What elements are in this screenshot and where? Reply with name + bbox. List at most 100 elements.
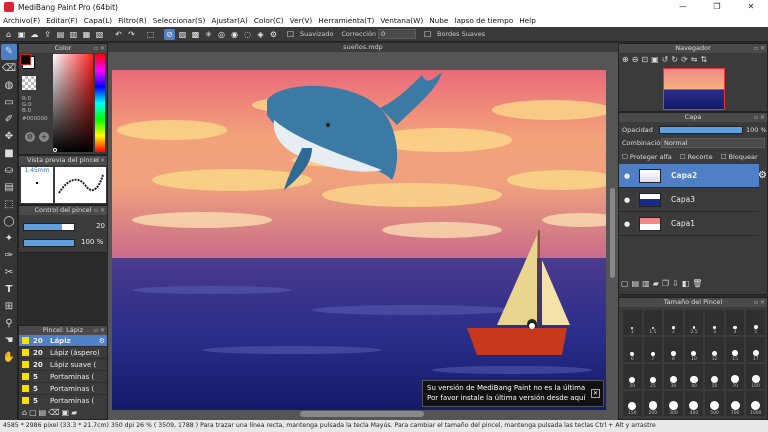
rotate-right-icon[interactable]: ↻ bbox=[671, 55, 678, 64]
select-rect-icon[interactable]: ▭ bbox=[1, 95, 17, 111]
menu-help[interactable]: Help bbox=[516, 16, 539, 25]
layer-mask-icon[interactable]: ◧ bbox=[682, 279, 690, 288]
brush-size-cell[interactable]: 10 bbox=[684, 337, 704, 362]
brush-size-value[interactable]: 20 bbox=[79, 222, 105, 232]
brush-size-cell[interactable]: 100 bbox=[746, 364, 765, 389]
brush-size-cell[interactable]: 500 bbox=[705, 391, 724, 416]
dot-eraser-icon[interactable]: ◍ bbox=[1, 78, 17, 94]
brush-size-cell[interactable]: 1.5 bbox=[643, 310, 663, 335]
brush-item[interactable]: 20 Lápiz ⚙ bbox=[19, 335, 107, 347]
folder-icon[interactable]: ▰ bbox=[71, 408, 77, 417]
panel-close-icon[interactable]: ▫ ✕ bbox=[94, 156, 105, 165]
panel-close-icon[interactable]: ▫ ✕ bbox=[754, 298, 765, 307]
transparent-color-swatch[interactable] bbox=[22, 76, 36, 90]
notice-close-button[interactable]: ✕ bbox=[591, 389, 600, 398]
menu-editar[interactable]: Editar(F) bbox=[43, 16, 81, 25]
brush-size-cell[interactable]: 7 bbox=[643, 337, 663, 362]
zoom-tool-icon[interactable]: ✋ bbox=[1, 350, 17, 366]
panel-tool-icon[interactable]: ⊞ bbox=[1, 299, 17, 315]
brush-size-cell[interactable]: 50 bbox=[705, 364, 724, 389]
layer-settings-gear-icon[interactable]: ⚙ bbox=[758, 170, 767, 181]
brush-size-cell[interactable]: 3 bbox=[705, 310, 724, 335]
brush-size-cell[interactable]: 12 bbox=[705, 337, 724, 362]
menu-capa[interactable]: Capa(L) bbox=[81, 16, 115, 25]
eraser-tool-icon[interactable]: ⌫ bbox=[1, 61, 17, 77]
duplicate-layer-icon[interactable]: ❐ bbox=[662, 279, 669, 288]
menu-nube[interactable]: Nube bbox=[426, 16, 451, 25]
lasso-tool-icon[interactable]: ◯ bbox=[1, 214, 17, 230]
pan-hand-icon[interactable]: ☚ bbox=[1, 333, 17, 349]
magic-wand-icon[interactable]: ✦ bbox=[1, 231, 17, 247]
flip-icon[interactable]: ⇋ bbox=[691, 55, 698, 64]
select-eraser-icon[interactable]: ✂ bbox=[1, 265, 17, 281]
brush-size-cell[interactable]: 25 bbox=[643, 364, 663, 389]
gear-icon[interactable]: ⚙ bbox=[99, 337, 105, 345]
brush-size-cell[interactable]: 4 bbox=[725, 310, 745, 335]
snap-settings-icon[interactable]: ⚙ bbox=[268, 29, 279, 40]
text-tool-icon[interactable]: T bbox=[1, 282, 17, 298]
deselect-icon[interactable]: ⬚ bbox=[145, 29, 156, 40]
gradient-tool-icon[interactable]: ▤ bbox=[1, 180, 17, 196]
visibility-icon[interactable]: ● bbox=[623, 220, 631, 228]
merge-down-icon[interactable]: ⇩ bbox=[672, 279, 679, 288]
brush-opacity-value[interactable]: 100 bbox=[81, 238, 94, 246]
snap-radial-icon[interactable]: ◎ bbox=[216, 29, 227, 40]
snap-circle-icon[interactable]: ◉ bbox=[229, 29, 240, 40]
visibility-icon[interactable]: ● bbox=[623, 196, 631, 204]
blend-mode-select[interactable]: Normal bbox=[661, 138, 765, 148]
lock-checkbox[interactable]: ☐ Bloquear bbox=[721, 153, 758, 161]
fill-rect-icon[interactable]: ■ bbox=[1, 146, 17, 162]
brush-size-cell[interactable]: 15 bbox=[725, 337, 745, 362]
update-notice[interactable]: Su versión de MediBang Paint no es la úl… bbox=[422, 380, 604, 407]
delete-brush-icon[interactable]: ⌫ bbox=[48, 408, 59, 417]
snap-vanish-icon[interactable]: ✳ bbox=[203, 29, 214, 40]
clip-checkbox[interactable]: ☐ Recorte bbox=[680, 153, 713, 161]
brush-opacity-slider[interactable] bbox=[23, 239, 75, 247]
color-picker-cursor[interactable] bbox=[53, 148, 57, 152]
brush-size-cell[interactable]: 40 bbox=[684, 364, 704, 389]
snap-parallel-icon[interactable]: ▨ bbox=[177, 29, 188, 40]
brush-tool-icon[interactable]: ✐ bbox=[1, 112, 17, 128]
snap-curve-icon[interactable]: ◌ bbox=[242, 29, 253, 40]
actual-size-icon[interactable]: ▣ bbox=[651, 55, 659, 64]
snap-off-icon[interactable]: ⊘ bbox=[164, 28, 175, 40]
flip-vertical-icon[interactable]: ⇅ bbox=[700, 55, 707, 64]
layer-opacity-slider[interactable] bbox=[659, 126, 743, 134]
brush-item[interactable]: 20 Lápiz suave ( bbox=[19, 359, 107, 371]
brush-size-cell[interactable]: 150 bbox=[623, 391, 642, 416]
reset-rotation-icon[interactable]: ⟳ bbox=[681, 55, 688, 64]
pen-tool-icon[interactable]: ✎ bbox=[1, 44, 17, 60]
select-pen-icon[interactable]: ✑ bbox=[1, 248, 17, 264]
menu-timelapse[interactable]: lapso de tiempo bbox=[451, 16, 516, 25]
zoom-out-icon[interactable]: ⊖ bbox=[632, 55, 639, 64]
layer-row[interactable]: ● Capa3 bbox=[619, 188, 759, 212]
new-halftone-layer-icon[interactable]: ▤ bbox=[632, 279, 640, 288]
brush-size-cell[interactable]: 2.5 bbox=[684, 310, 704, 335]
new-8bit-layer-icon[interactable]: ▥ bbox=[642, 279, 650, 288]
layer-row[interactable]: ● Capa2 ⚙ bbox=[619, 164, 767, 188]
panel-close-icon[interactable]: ▫ ✕ bbox=[754, 113, 765, 122]
new-folder-icon[interactable]: ▰ bbox=[653, 279, 659, 288]
brush-size-slider[interactable] bbox=[23, 223, 75, 231]
zoom-in-icon[interactable]: ⊕ bbox=[622, 55, 629, 64]
soft-edges-checkbox-icon[interactable]: ☐ bbox=[422, 29, 433, 40]
rotate-left-icon[interactable]: ↺ bbox=[662, 55, 669, 64]
brush-size-cell[interactable]: 300 bbox=[664, 391, 683, 416]
minimize-button[interactable]: — bbox=[666, 0, 700, 14]
menu-color[interactable]: Color(C) bbox=[251, 16, 287, 25]
grid-icon[interactable]: ▦ bbox=[81, 29, 92, 40]
snap-cross-icon[interactable]: ▩ bbox=[190, 29, 201, 40]
menu-seleccionar[interactable]: Seleccionar(S) bbox=[150, 16, 209, 25]
brush-size-cell[interactable]: 1 bbox=[623, 310, 642, 335]
copy-brush-icon[interactable]: ▤ bbox=[39, 408, 47, 417]
share-icon[interactable]: ▤ bbox=[55, 29, 66, 40]
home-icon[interactable]: ⌂ bbox=[3, 29, 14, 40]
smoothing-checkbox-icon[interactable]: ☐ bbox=[285, 29, 296, 40]
eyedropper-tool-icon[interactable]: ⚲ bbox=[1, 316, 17, 332]
brush-size-cell[interactable]: 8 bbox=[664, 337, 683, 362]
menu-filtro[interactable]: Filtro(R) bbox=[115, 16, 150, 25]
cloud-brush-icon[interactable]: ▣ bbox=[62, 408, 70, 417]
new-layer-icon[interactable]: ▢ bbox=[621, 279, 629, 288]
correction-select[interactable]: 0 bbox=[378, 29, 417, 39]
redo-icon[interactable]: ↷ bbox=[126, 29, 137, 40]
